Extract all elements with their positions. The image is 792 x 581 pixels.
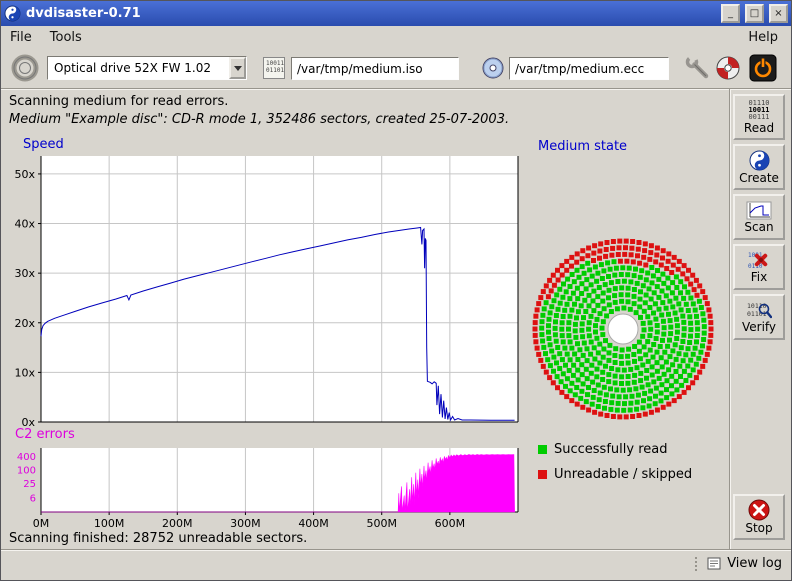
- window-title: dvdisaster-0.71: [26, 6, 141, 21]
- power-icon: [749, 54, 777, 82]
- iso-icon-bits-row2: 01101: [266, 67, 282, 74]
- drive-icon: [10, 53, 40, 83]
- wrench-icon: [685, 55, 711, 81]
- svg-text:600M: 600M: [435, 517, 466, 530]
- read-button[interactable]: 01110 10011 00111 Read: [733, 94, 785, 140]
- toolbar-separator: [1, 88, 791, 90]
- footer-status: Scanning finished: 28752 unreadable sect…: [9, 531, 307, 546]
- view-log-button[interactable]: View log: [695, 556, 782, 571]
- menu-file[interactable]: File: [1, 28, 41, 47]
- svg-text:500M: 500M: [366, 517, 397, 530]
- fix-button-label: Fix: [751, 271, 767, 284]
- menu-tools[interactable]: Tools: [41, 28, 91, 47]
- legend-item-unreadable: Unreadable / skipped: [538, 467, 692, 482]
- svg-text:20x: 20x: [14, 317, 35, 330]
- status-line-medium-info: Medium "Example disc": CD-R mode 1, 3524…: [9, 112, 509, 127]
- drive-select-value: Optical drive 52X FW 1.02: [48, 57, 229, 79]
- sidebar-separator: [729, 89, 731, 550]
- app-logo-button[interactable]: [715, 53, 743, 83]
- chevron-down-icon[interactable]: [229, 57, 246, 79]
- legend-swatch-success: [538, 445, 547, 454]
- svg-text:300M: 300M: [230, 517, 261, 530]
- svg-text:Speed: Speed: [23, 137, 64, 152]
- read-button-label: Read: [744, 122, 774, 135]
- app-icon: [4, 5, 21, 22]
- scan-graph-icon: [746, 201, 772, 220]
- view-log-icon: [707, 557, 721, 570]
- scan-button[interactable]: Scan: [733, 194, 785, 240]
- svg-text:100M: 100M: [94, 517, 125, 530]
- stop-icon: [748, 499, 770, 521]
- iso-path-input[interactable]: [291, 57, 459, 80]
- legend-label-unreadable: Unreadable / skipped: [554, 467, 692, 482]
- status-line-primary: Scanning medium for read errors.: [9, 94, 228, 109]
- titlebar[interactable]: dvdisaster-0.71 _ □ ×: [1, 1, 791, 26]
- stop-button[interactable]: Stop: [733, 494, 785, 540]
- scan-button-label: Scan: [744, 221, 773, 234]
- menu-help[interactable]: Help: [739, 28, 787, 47]
- iso-icon-bits-row1: 10011: [266, 60, 282, 67]
- svg-text:C2 errors: C2 errors: [15, 427, 75, 442]
- svg-text:200M: 200M: [162, 517, 193, 530]
- read-bits-row3: 00111: [748, 114, 769, 121]
- verify-button[interactable]: 10110 01101 Verify: [733, 294, 785, 340]
- create-button-label: Create: [739, 172, 779, 185]
- medium-state-title: Medium state: [538, 139, 627, 154]
- verify-button-label: Verify: [742, 321, 776, 334]
- drive-select[interactable]: Optical drive 52X FW 1.02: [47, 56, 247, 80]
- fix-button[interactable]: 1001 0110 Fix: [733, 244, 785, 290]
- svg-text:100: 100: [17, 465, 36, 476]
- svg-text:25: 25: [23, 479, 36, 490]
- svg-text:50x: 50x: [14, 168, 35, 181]
- preferences-button[interactable]: [685, 53, 713, 83]
- medium-state-disc: [529, 153, 729, 433]
- read-binary-icon: 01110 10011 00111: [748, 100, 769, 121]
- svg-text:10110: 10110: [747, 302, 767, 310]
- stop-button-label: Stop: [745, 522, 772, 535]
- svg-text:6: 6: [30, 493, 36, 504]
- verify-icon: 10110 01101: [746, 300, 772, 320]
- legend-swatch-unreadable: [538, 470, 547, 479]
- menubar: File Tools Help: [1, 26, 791, 48]
- svg-text:10x: 10x: [14, 366, 35, 379]
- footer-separator: [1, 549, 791, 551]
- create-button[interactable]: Create: [733, 144, 785, 190]
- view-log-label: View log: [727, 556, 782, 571]
- svg-text:400M: 400M: [298, 517, 329, 530]
- yinyang-icon: [749, 150, 770, 171]
- close-button[interactable]: ×: [769, 4, 788, 23]
- svg-text:40x: 40x: [14, 218, 35, 231]
- app-window: dvdisaster-0.71 _ □ × File Tools Help Op…: [0, 0, 792, 581]
- iso-file-icon: 10011 01101: [263, 57, 285, 79]
- fix-tools-icon: 1001 0110: [746, 250, 772, 270]
- svg-text:400: 400: [17, 452, 36, 463]
- quit-button[interactable]: [749, 53, 779, 83]
- ecc-path-input[interactable]: [509, 57, 669, 80]
- disc-logo-icon: [715, 55, 741, 81]
- ecc-file-icon: [481, 56, 505, 80]
- svg-text:30x: 30x: [14, 267, 35, 280]
- panel-grip: [695, 557, 699, 571]
- legend-label-success: Successfully read: [554, 442, 667, 457]
- minimize-button[interactable]: _: [721, 4, 740, 23]
- svg-text:0M: 0M: [33, 517, 50, 530]
- maximize-button[interactable]: □: [745, 4, 764, 23]
- legend-item-success: Successfully read: [538, 442, 667, 457]
